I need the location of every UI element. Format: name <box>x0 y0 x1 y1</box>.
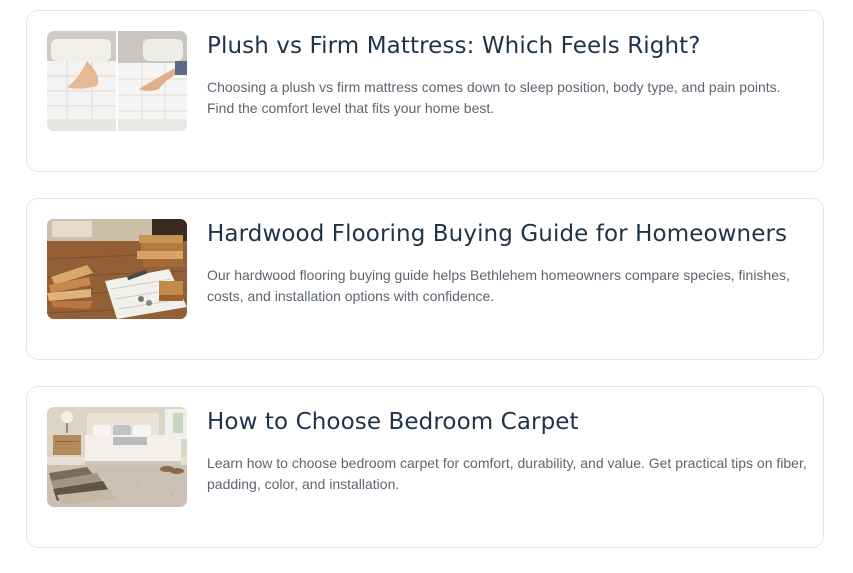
post-card-hardwood-flooring[interactable]: Hardwood Flooring Buying Guide for Homeo… <box>26 198 824 360</box>
blog-post-list: Plush vs Firm Mattress: Which Feels Righ… <box>0 0 853 573</box>
post-title[interactable]: Hardwood Flooring Buying Guide for Homeo… <box>207 221 813 247</box>
post-excerpt: Our hardwood flooring buying guide helps… <box>207 267 790 304</box>
mattress-comparison-image[interactable] <box>47 31 187 131</box>
post-card-bedroom-carpet[interactable]: How to Choose Bedroom Carpet Learn how t… <box>26 386 824 548</box>
post-excerpt: Choosing a plush vs firm mattress comes … <box>207 79 781 116</box>
post-title[interactable]: Plush vs Firm Mattress: Which Feels Righ… <box>207 33 813 59</box>
post-excerpt: Learn how to choose bedroom carpet for c… <box>207 455 807 492</box>
post-card-plush-vs-firm[interactable]: Plush vs Firm Mattress: Which Feels Righ… <box>26 10 824 172</box>
hardwood-planks-image[interactable] <box>47 219 187 319</box>
bedroom-carpet-image[interactable] <box>47 407 187 507</box>
post-title[interactable]: How to Choose Bedroom Carpet <box>207 409 813 435</box>
